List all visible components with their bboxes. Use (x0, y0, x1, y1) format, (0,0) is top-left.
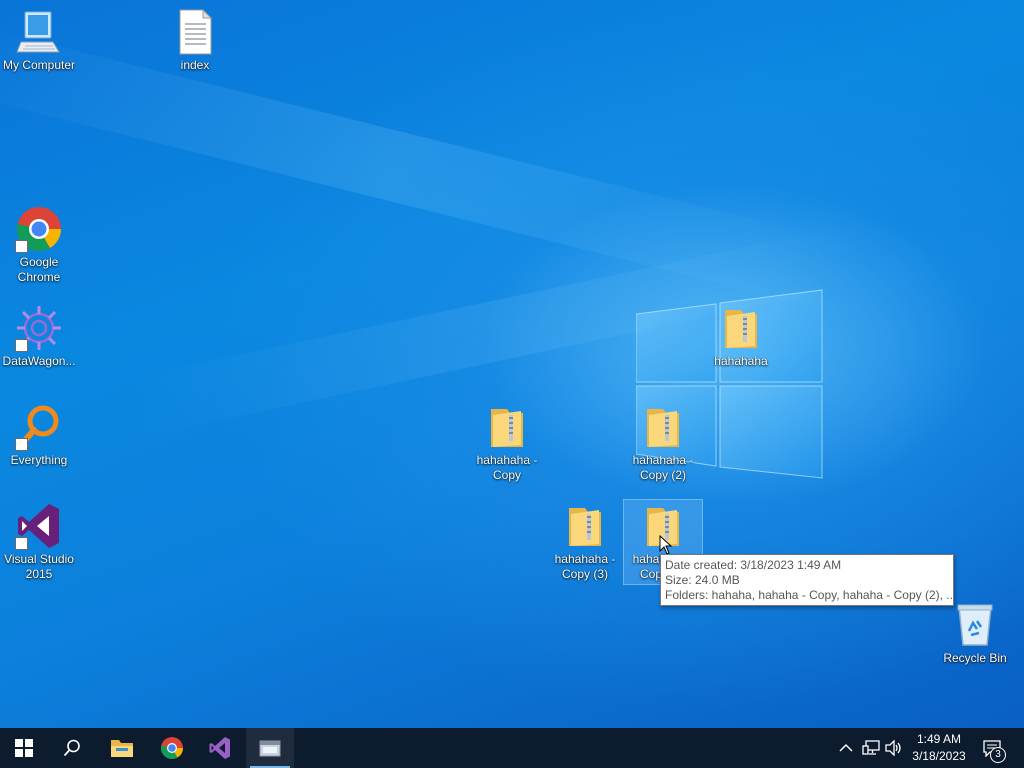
shortcut-arrow-icon (15, 240, 28, 253)
desktop-icon-label: hahahaha - Copy (2) (632, 453, 694, 482)
tooltip-size: Size: 24.0 MB (665, 573, 740, 587)
tooltip-folders: Folders: hahaha, hahaha - Copy, hahaha -… (665, 588, 954, 602)
computer-icon (15, 8, 63, 56)
desktop-icon-google-chrome[interactable]: Google Chrome (0, 205, 78, 285)
tooltip-date-created: Date created: 3/18/2023 1:49 AM (665, 558, 842, 572)
recycle-bin-icon (951, 601, 999, 649)
shortcut-arrow-icon (15, 537, 28, 550)
clock-date: 3/18/2023 (912, 749, 966, 763)
everything-icon (15, 403, 63, 451)
desktop-icon-label: DataWagon... (2, 354, 76, 368)
desktop-icon-folder-copy[interactable]: hahahaha - Copy (468, 403, 546, 483)
desktop-icon-everything[interactable]: Everything (0, 403, 78, 468)
folder-icon (561, 502, 609, 550)
shortcut-arrow-icon (15, 339, 28, 352)
desktop-icon-folder-hahahaha[interactable]: hahahaha (702, 304, 780, 369)
windows-start-icon (15, 739, 33, 757)
desktop-icon-label: index (180, 58, 210, 72)
desktop-icon-label: Visual Studio 2015 (4, 552, 74, 581)
folder-icon (483, 403, 531, 451)
desktop-icon-index[interactable]: index (156, 8, 234, 73)
desktop-icon-label: My Computer (2, 58, 76, 72)
chrome-taskbar-button[interactable] (148, 728, 196, 768)
desktop-icon-my-computer[interactable]: My Computer (0, 8, 78, 73)
desktop-icon-visual-studio[interactable]: Visual Studio 2015 (0, 502, 78, 582)
chrome-icon (15, 205, 63, 253)
taskbar-clock[interactable]: 1:49 AM 3/18/2023 (906, 731, 972, 765)
desktop-icon-datawagon[interactable]: DataWagon... (0, 304, 78, 369)
show-hidden-icons-button[interactable] (836, 738, 856, 758)
text-file-icon (171, 8, 219, 56)
folder-icon (717, 304, 765, 352)
folder-icon (639, 403, 687, 451)
desktop-icon-label: Everything (10, 453, 68, 467)
desktop[interactable]: My Computer index Google Chrome DataWago… (0, 0, 1024, 728)
desktop-icon-label: hahahaha - Copy (476, 453, 538, 482)
desktop-icon-label: Google Chrome (17, 255, 61, 284)
chevron-up-icon (839, 743, 853, 752)
search-button[interactable] (48, 728, 96, 768)
desktop-icon-label: hahahaha - Copy (3) (554, 552, 616, 581)
shortcut-arrow-icon (15, 438, 28, 451)
network-icon (862, 740, 880, 755)
desktop-icon-label: hahahaha (714, 354, 768, 368)
light-beam (0, 22, 836, 308)
desktop-icon-recycle-bin[interactable]: Recycle Bin (936, 601, 1014, 666)
chrome-icon (160, 737, 183, 759)
file-explorer-icon (111, 740, 133, 757)
app-window-icon (259, 740, 281, 757)
clock-time: 1:49 AM (916, 732, 962, 746)
visual-studio-taskbar-button[interactable] (196, 728, 244, 768)
notification-count-badge: 3 (990, 747, 1006, 763)
file-explorer-button[interactable] (98, 728, 146, 768)
visual-studio-icon (15, 502, 63, 550)
folder-info-tooltip: Date created: 3/18/2023 1:49 AM Size: 24… (660, 554, 954, 606)
mouse-cursor-icon (659, 535, 673, 555)
taskbar: 1:49 AM 3/18/2023 (0, 728, 1024, 768)
volume-button[interactable] (884, 738, 904, 758)
desktop-icon-label: Recycle Bin (943, 651, 1007, 665)
desktop-icon-folder-copy-2[interactable]: hahahaha - Copy (2) (624, 403, 702, 483)
network-button[interactable] (861, 738, 881, 758)
search-icon (63, 739, 80, 757)
start-button[interactable] (0, 728, 48, 768)
desktop-icon-folder-copy-3[interactable]: hahahaha - Copy (3) (546, 502, 624, 582)
visual-studio-icon (209, 737, 230, 759)
datawagon-icon (15, 304, 63, 352)
volume-icon (885, 740, 901, 756)
app-taskbar-button[interactable] (246, 728, 294, 768)
